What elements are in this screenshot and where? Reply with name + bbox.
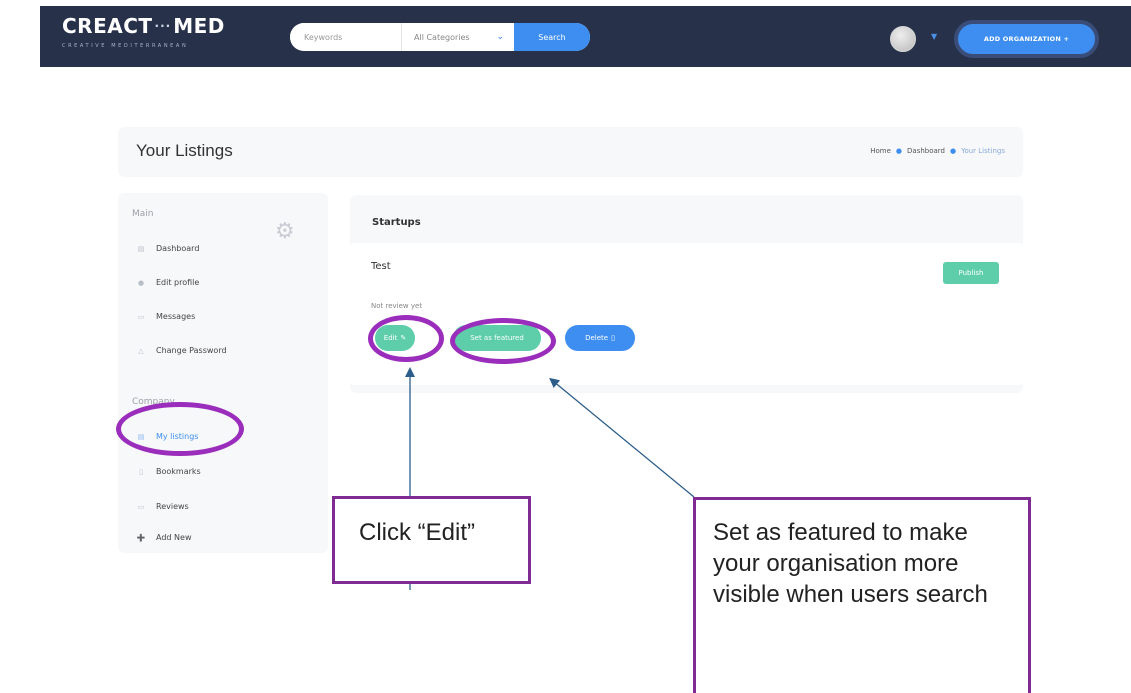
sidebar-item-label: Dashboard bbox=[156, 244, 200, 253]
chevron-down-icon: ⌄ bbox=[496, 32, 504, 42]
edit-highlight-ring bbox=[368, 315, 444, 362]
featured-callout: Set as featured to make your organisatio… bbox=[693, 497, 1031, 693]
my-listings-highlight-ring bbox=[116, 402, 244, 456]
keywords-input[interactable] bbox=[290, 23, 402, 51]
logo-text-right: MED bbox=[173, 14, 225, 38]
sidebar-section-main: Main bbox=[132, 209, 154, 219]
sidebar-item-label: Reviews bbox=[156, 502, 189, 511]
listing-title: Test bbox=[371, 261, 391, 272]
review-status: Not review yet bbox=[371, 302, 423, 310]
sidebar-item-bookmarks[interactable]: ▯ Bookmarks bbox=[136, 467, 201, 476]
breadcrumb-dashboard[interactable]: Dashboard bbox=[907, 147, 945, 155]
logo-text-left: CREACT bbox=[62, 14, 153, 38]
listings-heading: Startups bbox=[372, 217, 421, 228]
gear-icon: ⚙ bbox=[275, 219, 295, 244]
sidebar-item-label: Bookmarks bbox=[156, 467, 201, 476]
review-icon: ▭ bbox=[137, 502, 145, 511]
sidebar-item-label: Edit profile bbox=[156, 278, 200, 287]
sidebar-item-reviews[interactable]: ▭ Reviews bbox=[136, 502, 189, 511]
listings-panel: Startups Test Publish Not review yet Edi… bbox=[350, 195, 1023, 393]
sidebar-item-label: Change Password bbox=[156, 346, 227, 355]
plus-icon: ➕ bbox=[136, 533, 146, 542]
site-logo[interactable]: CREACT ··· MED CREATIVE MEDITERRANEAN bbox=[62, 14, 225, 49]
category-select[interactable]: All Categories ⌄ bbox=[402, 23, 514, 51]
lock-icon: △ bbox=[138, 346, 144, 355]
top-navbar: CREACT ··· MED CREATIVE MEDITERRANEAN Al… bbox=[40, 6, 1131, 67]
category-value: All Categories bbox=[414, 32, 470, 42]
message-icon: ▭ bbox=[137, 312, 145, 321]
sidebar-item-label: Add New bbox=[156, 533, 192, 542]
trash-icon: ▯ bbox=[611, 334, 615, 342]
page-title: Your Listings bbox=[136, 141, 233, 160]
logo-tagline: CREATIVE MEDITERRANEAN bbox=[62, 43, 189, 49]
sidebar-item-change-password[interactable]: △ Change Password bbox=[136, 346, 227, 355]
edit-callout: Click “Edit” bbox=[332, 496, 531, 584]
sidebar-item-dashboard[interactable]: ▤ Dashboard bbox=[136, 244, 200, 253]
add-organization-button[interactable]: ADD ORGANIZATION + bbox=[954, 20, 1099, 58]
sidebar-item-edit-profile[interactable]: ● Edit profile bbox=[136, 278, 199, 287]
listing-card: Test Publish Not review yet Edit ✎ Set a… bbox=[350, 243, 1023, 385]
delete-label: Delete bbox=[585, 334, 609, 342]
sidebar-item-messages[interactable]: ▭ Messages bbox=[136, 312, 196, 321]
breadcrumb-separator-icon: ● bbox=[950, 147, 957, 155]
featured-highlight-ring bbox=[450, 318, 556, 364]
sidebar-item-add-new[interactable]: ➕ Add New bbox=[136, 533, 192, 542]
search-bar: All Categories ⌄ Search bbox=[290, 23, 590, 51]
dashboard-icon: ▤ bbox=[137, 244, 145, 253]
dashboard-sidebar: Main ⚙ ▤ Dashboard ● Edit profile ▭ Mess… bbox=[118, 193, 328, 553]
publish-button[interactable]: Publish bbox=[943, 262, 999, 284]
delete-button[interactable]: Delete ▯ bbox=[565, 325, 635, 351]
user-menu-chevron-icon[interactable]: ▼ bbox=[931, 32, 937, 41]
avatar[interactable] bbox=[890, 26, 916, 52]
breadcrumb-home[interactable]: Home bbox=[870, 147, 891, 155]
logo-dots: ··· bbox=[154, 19, 172, 33]
breadcrumb-separator-icon: ● bbox=[895, 147, 903, 155]
sidebar-item-label: Messages bbox=[156, 312, 196, 321]
search-button[interactable]: Search bbox=[514, 23, 590, 51]
feature-arrow bbox=[549, 377, 695, 498]
title-bar: Your Listings Home ● Dashboard ● Your Li… bbox=[118, 127, 1023, 177]
breadcrumb: Home ● Dashboard ● Your Listings bbox=[870, 147, 1005, 155]
bookmark-icon: ▯ bbox=[139, 467, 143, 476]
user-icon: ● bbox=[137, 278, 145, 287]
breadcrumb-current: Your Listings bbox=[961, 147, 1005, 155]
